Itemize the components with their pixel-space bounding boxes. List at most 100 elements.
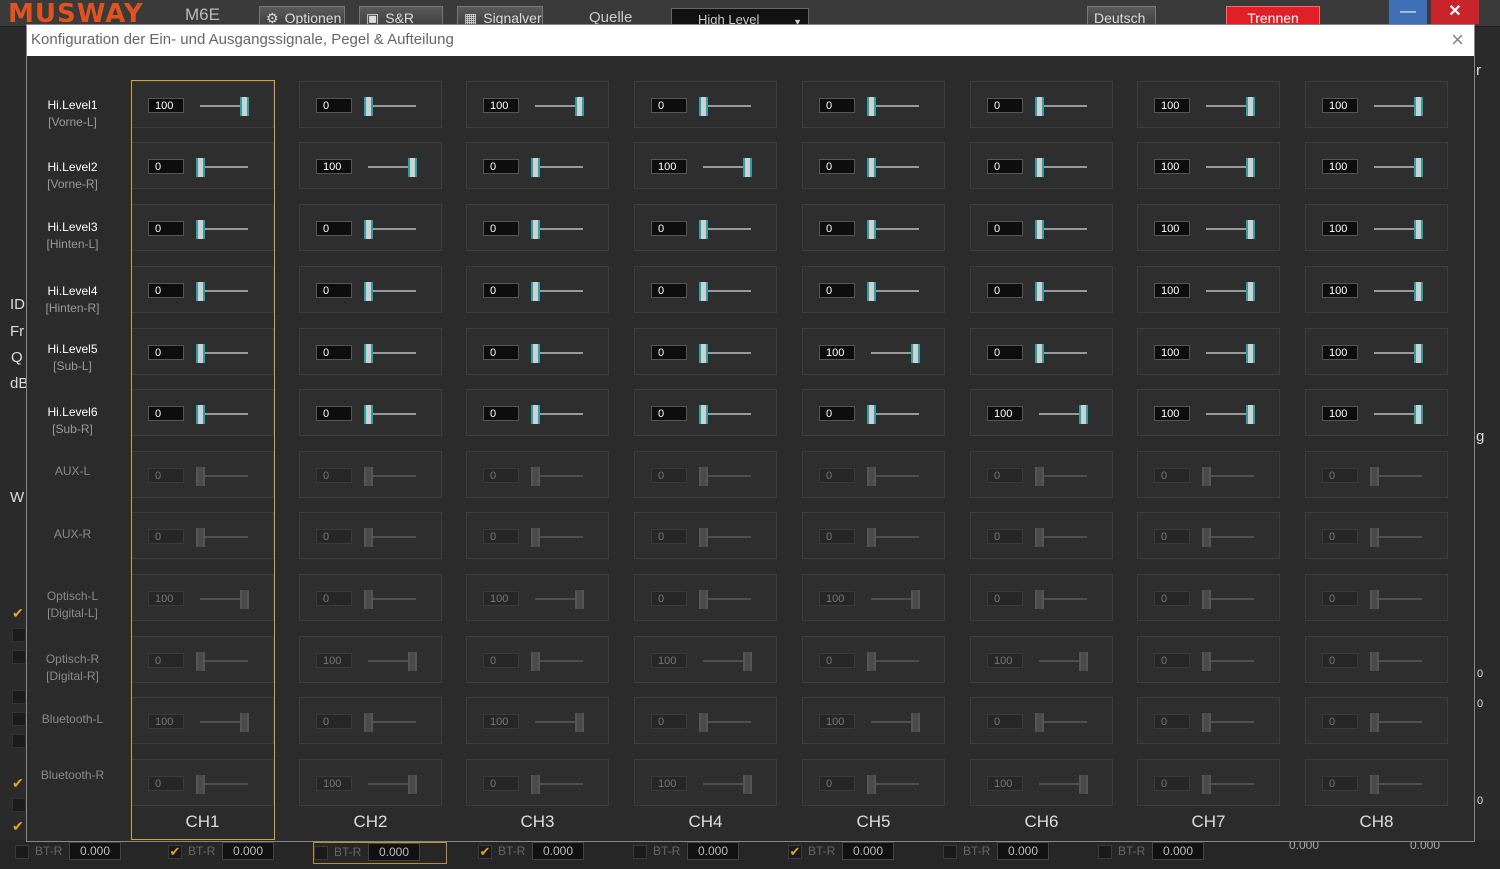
level-slider-track[interactable] (703, 475, 751, 477)
level-input[interactable]: 0 (1322, 714, 1358, 729)
level-slider-track[interactable] (1039, 290, 1087, 292)
level-slider-track[interactable] (535, 783, 583, 785)
level-slider-track[interactable] (1374, 783, 1422, 785)
checkbox[interactable] (12, 734, 26, 748)
level-slider-thumb[interactable] (364, 467, 373, 486)
level-slider-thumb[interactable] (575, 590, 584, 609)
level-slider-thumb[interactable] (364, 590, 373, 609)
level-input[interactable]: 100 (1322, 98, 1358, 113)
level-input[interactable]: 0 (651, 283, 687, 298)
level-input[interactable]: 100 (148, 98, 184, 113)
level-input[interactable]: 100 (1322, 406, 1358, 421)
level-slider-track[interactable] (535, 166, 583, 168)
checkbox[interactable] (943, 845, 957, 859)
level-slider-thumb[interactable] (1035, 467, 1044, 486)
level-slider-track[interactable] (368, 413, 416, 415)
level-slider-track[interactable] (1039, 475, 1087, 477)
level-input[interactable]: 100 (316, 776, 352, 791)
level-input[interactable]: 0 (148, 406, 184, 421)
level-input[interactable]: 0 (483, 159, 519, 174)
bottom-item-value[interactable]: 0.000 (222, 842, 274, 860)
checkbox[interactable] (15, 845, 29, 859)
level-slider-thumb[interactable] (1370, 652, 1379, 671)
level-input[interactable]: 100 (1154, 406, 1190, 421)
level-input[interactable]: 0 (148, 529, 184, 544)
channel-label-ch3[interactable]: CH3 (466, 812, 609, 832)
close-window-icon[interactable]: ✕ (1431, 0, 1479, 24)
level-slider-thumb[interactable] (1202, 652, 1211, 671)
level-slider-thumb[interactable] (1079, 775, 1088, 794)
level-slider-thumb[interactable] (1202, 467, 1211, 486)
level-input[interactable]: 0 (651, 468, 687, 483)
level-input[interactable]: 0 (987, 345, 1023, 360)
level-slider-thumb[interactable] (1414, 405, 1423, 424)
level-input[interactable]: 100 (651, 653, 687, 668)
bottom-item-value[interactable]: 0.000 (842, 842, 894, 860)
level-slider-track[interactable] (871, 783, 919, 785)
level-slider-thumb[interactable] (743, 158, 752, 177)
level-slider-thumb[interactable] (911, 590, 920, 609)
checkbox[interactable] (314, 846, 328, 860)
level-slider-thumb[interactable] (743, 775, 752, 794)
level-input[interactable]: 0 (483, 468, 519, 483)
level-slider-thumb[interactable] (364, 282, 373, 301)
level-slider-thumb[interactable] (196, 528, 205, 547)
level-slider-thumb[interactable] (867, 158, 876, 177)
level-slider-track[interactable] (535, 290, 583, 292)
level-slider-thumb[interactable] (531, 282, 540, 301)
level-slider-track[interactable] (871, 105, 919, 107)
level-input[interactable]: 0 (1322, 776, 1358, 791)
level-input[interactable]: 0 (148, 159, 184, 174)
level-slider-thumb[interactable] (911, 713, 920, 732)
close-icon[interactable]: × (1451, 27, 1464, 53)
level-slider-track[interactable] (871, 290, 919, 292)
level-slider-thumb[interactable] (1246, 97, 1255, 116)
level-input[interactable]: 0 (483, 406, 519, 421)
level-slider-track[interactable] (1206, 783, 1254, 785)
level-slider-track[interactable] (200, 783, 248, 785)
level-input[interactable]: 0 (1154, 591, 1190, 606)
level-input[interactable]: 100 (148, 591, 184, 606)
level-slider-track[interactable] (535, 475, 583, 477)
checkbox[interactable] (12, 628, 26, 642)
level-input[interactable]: 100 (987, 406, 1023, 421)
level-slider-thumb[interactable] (1035, 590, 1044, 609)
level-slider-track[interactable] (871, 166, 919, 168)
level-slider-thumb[interactable] (408, 775, 417, 794)
level-input[interactable]: 100 (148, 714, 184, 729)
level-slider-track[interactable] (703, 598, 751, 600)
level-slider-thumb[interactable] (1079, 405, 1088, 424)
level-input[interactable]: 100 (819, 714, 855, 729)
level-input[interactable]: 0 (819, 221, 855, 236)
level-input[interactable]: 0 (987, 714, 1023, 729)
bottom-item-value[interactable]: 0.000 (532, 842, 584, 860)
check-icon[interactable]: ✔ (12, 776, 24, 790)
level-input[interactable]: 100 (1154, 159, 1190, 174)
check-icon[interactable]: ✔ (168, 845, 182, 859)
level-slider-thumb[interactable] (699, 220, 708, 239)
level-slider-track[interactable] (368, 536, 416, 538)
level-slider-track[interactable] (200, 352, 248, 354)
level-slider-thumb[interactable] (196, 652, 205, 671)
channel-label-ch5[interactable]: CH5 (802, 812, 945, 832)
level-input[interactable]: 0 (148, 283, 184, 298)
level-input[interactable]: 100 (987, 653, 1023, 668)
bottom-item-value[interactable]: 0.000 (687, 842, 739, 860)
level-input[interactable]: 100 (483, 98, 519, 113)
level-slider-thumb[interactable] (1035, 528, 1044, 547)
level-input[interactable]: 100 (316, 653, 352, 668)
level-slider-track[interactable] (1039, 352, 1087, 354)
level-slider-thumb[interactable] (1035, 713, 1044, 732)
level-input[interactable]: 100 (1322, 221, 1358, 236)
level-slider-thumb[interactable] (867, 528, 876, 547)
level-slider-track[interactable] (535, 536, 583, 538)
level-slider-thumb[interactable] (531, 528, 540, 547)
level-slider-thumb[interactable] (699, 344, 708, 363)
checkbox[interactable] (12, 798, 26, 812)
level-slider-track[interactable] (200, 290, 248, 292)
level-slider-thumb[interactable] (699, 97, 708, 116)
level-input[interactable]: 0 (148, 468, 184, 483)
level-slider-thumb[interactable] (699, 713, 708, 732)
level-slider-thumb[interactable] (531, 158, 540, 177)
level-input[interactable]: 0 (987, 468, 1023, 483)
